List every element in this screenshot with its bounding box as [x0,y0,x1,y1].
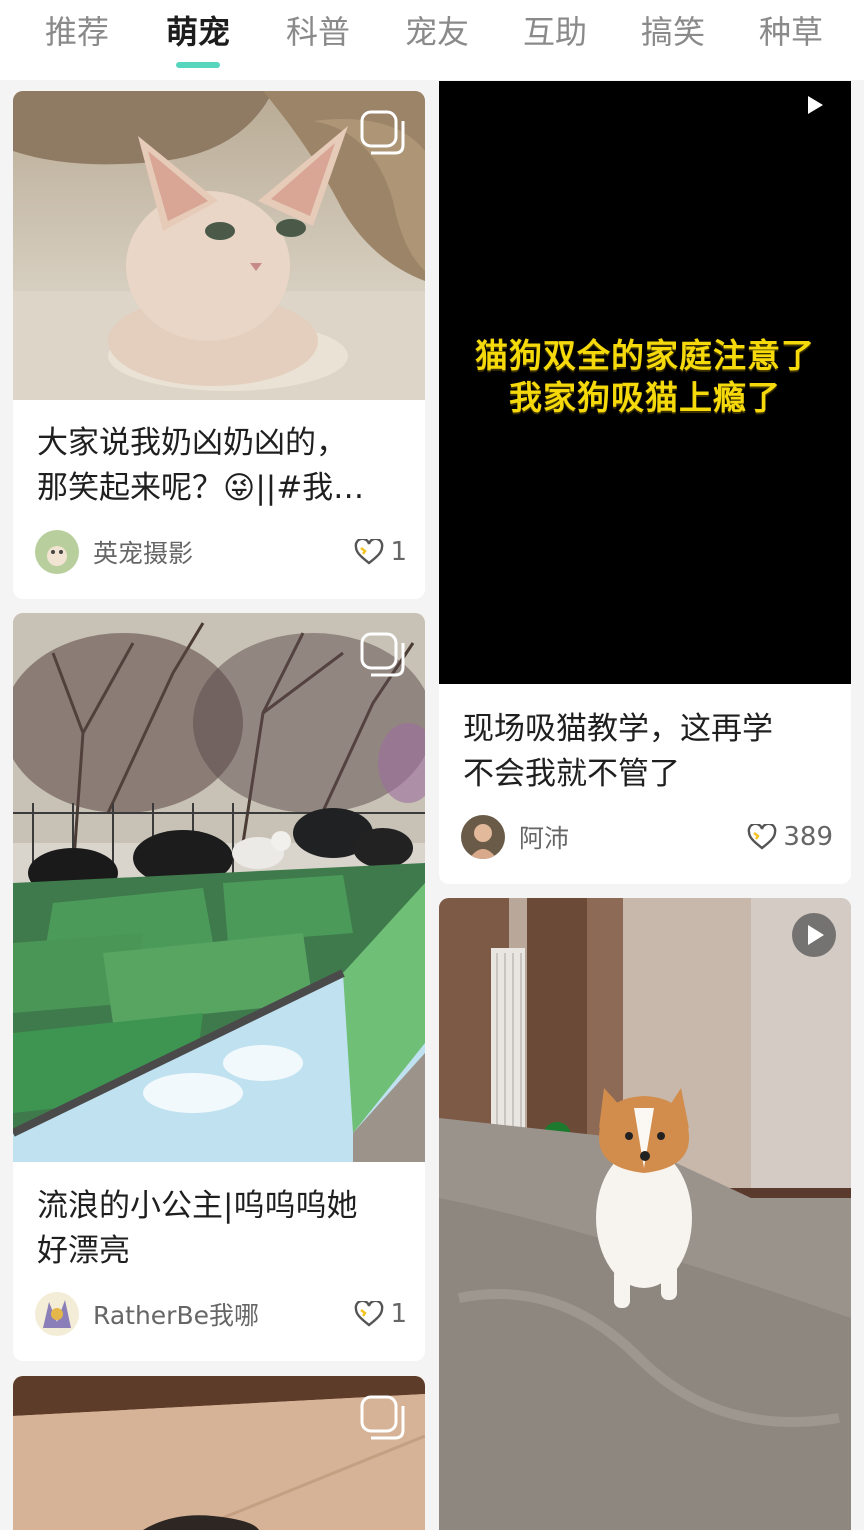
heart-icon [355,1301,384,1327]
tab-mutual-help[interactable]: 互助 [505,10,605,54]
post-title[interactable]: 大家说我奶凶奶凶的， 那笑起来呢？😜||#我… [37,421,401,511]
post-image[interactable] [13,1376,425,1530]
category-tab-bar: 推荐 萌宠 科普 宠友 互助 搞笑 种草 [0,0,864,80]
author-name[interactable]: 英宠摄影 [93,534,354,570]
tab-science[interactable]: 科普 [268,10,368,54]
post-title[interactable]: 现场吸猫教学，这再学 不会我就不管了 [463,707,827,797]
like-count: 389 [783,822,833,852]
post-image-stray-cat[interactable] [13,613,425,1162]
feed-card-bottom[interactable] [13,1376,425,1530]
heart-icon [355,539,384,565]
tab-pet-friends[interactable]: 宠友 [387,10,487,54]
like-button[interactable]: 1 [354,1299,407,1329]
multi-image-icon [360,1395,405,1440]
post-meta: 阿沛 389 [461,814,833,860]
author-name[interactable]: RatherBe我哪 [93,1296,354,1332]
tab-recommend-products[interactable]: 种草 [741,10,841,54]
multi-image-icon [360,632,405,677]
feed-card-cat[interactable]: 大家说我奶凶奶凶的， 那笑起来呢？😜||#我… 英宠摄影 1 [13,91,425,599]
post-image-cat[interactable] [13,91,425,400]
post-video-cover[interactable]: 猫狗双全的家庭注意了 我家狗吸猫上瘾了 [439,81,851,684]
post-meta: 英宠摄影 1 [35,529,407,575]
tab-funny[interactable]: 搞笑 [623,10,723,54]
feed-card-corgi-video[interactable] [439,898,851,1530]
like-count: 1 [390,537,407,567]
video-caption: 猫狗双全的家庭注意了 我家狗吸猫上瘾了 [475,336,815,417]
author-avatar[interactable] [35,1292,79,1336]
feed-card-stray-cat[interactable]: 流浪的小公主|呜呜呜她 好漂亮 RatherBe我哪 1 [13,613,425,1361]
author-name[interactable]: 阿沛 [519,819,747,855]
tab-cute-pets[interactable]: 萌宠 [148,10,248,54]
play-icon [792,913,836,957]
author-avatar[interactable] [35,530,79,574]
play-icon [808,96,823,114]
like-button[interactable]: 389 [747,822,833,852]
active-tab-indicator [176,62,220,68]
post-meta: RatherBe我哪 1 [35,1291,407,1337]
post-title[interactable]: 流浪的小公主|呜呜呜她 好漂亮 [37,1184,401,1274]
author-avatar[interactable] [461,815,505,859]
multi-image-icon [360,110,405,155]
like-count: 1 [390,1299,407,1329]
feed-card-video-cat-dog[interactable]: 猫狗双全的家庭注意了 我家狗吸猫上瘾了 现场吸猫教学，这再学 不会我就不管了 阿沛… [439,81,851,884]
heart-icon [748,824,777,850]
tab-recommend[interactable]: 推荐 [27,10,127,54]
post-video-cover[interactable] [439,898,851,1530]
like-button[interactable]: 1 [354,537,407,567]
